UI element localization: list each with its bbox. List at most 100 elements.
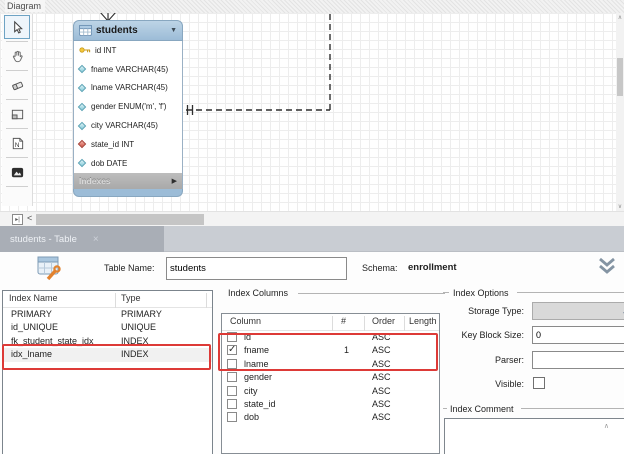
mysql-workbench-window: Diagram N students ▼ id INT fname VARCHA… [0, 0, 624, 454]
index-columns-grid[interactable]: Column # Order Length id ASC fname 1 ASC [221, 313, 440, 454]
table-name-label: Table Name: [104, 263, 155, 273]
visible-checkbox[interactable] [533, 377, 545, 389]
tab-students-table[interactable]: students - Table × [0, 226, 164, 252]
scroll-up-icon[interactable]: ∧ [616, 14, 624, 21]
cursor-icon [13, 20, 23, 34]
er-column-row[interactable]: lname VARCHAR(45) [74, 79, 182, 98]
index-column-row[interactable]: lname ASC [222, 358, 439, 371]
note-icon: N [12, 137, 23, 149]
scroll-up-icon: ∧ [603, 423, 609, 430]
index-row-selected[interactable]: idx_lname INDEX [3, 348, 212, 362]
er-table-students[interactable]: students ▼ id INT fname VARCHAR(45) lnam… [73, 20, 183, 197]
column-icon [77, 158, 87, 168]
collapse-arrow-icon[interactable]: ▼ [170, 27, 177, 34]
diagram-titlebar: Diagram [0, 0, 624, 13]
diagram-canvas[interactable]: N students ▼ id INT fname VARCHAR(45) ln… [0, 13, 616, 211]
table-editor-panel: Table Name: Schema: enrollment Index Nam… [0, 252, 624, 454]
diagram-title: Diagram [5, 0, 46, 12]
index-list[interactable]: Index Name Type PRIMARY PRIMARY id_UNIQU… [2, 290, 213, 454]
index-column-row[interactable]: gender ASC [222, 371, 439, 384]
image-tool[interactable] [4, 160, 30, 184]
index-row[interactable]: PRIMARY PRIMARY [3, 308, 212, 321]
er-column-row[interactable]: fname VARCHAR(45) [74, 60, 182, 79]
er-table-title: students [96, 25, 138, 36]
expand-arrow-icon: ▶ [171, 177, 177, 185]
index-column-row[interactable]: state_id ASC [222, 398, 439, 411]
column-icon [77, 121, 87, 130]
er-table-body: id INT fname VARCHAR(45) lname VARCHAR(4… [73, 41, 183, 173]
er-column-row[interactable]: id INT [74, 41, 182, 60]
layer-icon [11, 109, 23, 119]
note-tool[interactable]: N [4, 131, 30, 155]
table-name-input[interactable] [166, 257, 347, 280]
fk-column-icon [77, 140, 87, 149]
select-tool[interactable] [4, 15, 30, 39]
type-header: Type [121, 293, 141, 303]
column-checkbox[interactable] [227, 358, 237, 369]
canvas-horizontal-scrollbar[interactable]: ▸| < [0, 211, 624, 226]
parser-label: Parser: [494, 355, 524, 365]
er-column-row[interactable]: gender ENUM('m', 'f') [74, 97, 182, 116]
index-columns-group-label: Index Columns [228, 288, 289, 298]
order-header: Order [372, 316, 396, 326]
schema-label: Schema: [362, 263, 398, 273]
num-header: # [341, 316, 347, 326]
scrollbar-thumb[interactable] [36, 214, 204, 225]
navigator-toggle-icon[interactable]: ▸| [12, 214, 23, 225]
index-comment-textarea[interactable]: ∧ [444, 418, 624, 454]
column-icon [77, 64, 87, 74]
er-column-row[interactable]: city VARCHAR(45) [74, 116, 182, 135]
index-row[interactable]: fk_student_state_idx INDEX [3, 335, 212, 348]
storage-type-label: Storage Type: [468, 306, 524, 316]
er-table-header[interactable]: students ▼ [73, 20, 183, 41]
index-column-row[interactable]: city ASC [222, 385, 439, 398]
key-block-size-label: Key Block Size: [461, 330, 524, 340]
index-row[interactable]: id_UNIQUE UNIQUE [3, 321, 212, 334]
scroll-left-icon[interactable]: < [27, 213, 32, 223]
index-options-group-label: Index Options [453, 288, 509, 298]
index-column-row[interactable]: fname 1 ASC [222, 344, 439, 357]
eraser-tool[interactable] [4, 73, 30, 97]
table-editor-icon [37, 256, 61, 281]
column-checkbox[interactable] [227, 398, 237, 409]
svg-text:N: N [14, 141, 19, 148]
index-columns-header: Column # Order Length [222, 314, 439, 331]
column-header: Column [230, 316, 262, 326]
storage-type-dropdown[interactable]: ⌄ [532, 302, 624, 320]
image-icon [11, 167, 23, 177]
index-column-row[interactable]: dob ASC [222, 411, 439, 424]
column-icon [77, 102, 87, 112]
layer-tool[interactable] [4, 102, 30, 126]
pan-tool[interactable] [4, 44, 30, 68]
index-comment-group-label: Index Comment [450, 404, 514, 414]
editor-tab-bar: students - Table × [0, 226, 624, 252]
parser-input[interactable] [532, 351, 624, 369]
schema-value: enrollment [408, 262, 457, 273]
primary-key-icon [79, 47, 91, 53]
column-icon [77, 83, 87, 93]
er-column-row[interactable]: state_id INT [74, 135, 182, 154]
index-name-header: Index Name [9, 293, 58, 303]
scrollbar-thumb[interactable] [617, 58, 623, 96]
er-indexes-section[interactable]: Indexes ▶ [73, 172, 183, 189]
collapse-panel-icon[interactable] [596, 257, 618, 275]
visible-label: Visible: [495, 379, 524, 389]
column-checkbox[interactable] [227, 332, 237, 342]
key-block-size-input[interactable] [532, 326, 624, 344]
tab-close-icon[interactable]: × [93, 234, 99, 245]
length-header: Length [409, 316, 437, 326]
canvas-vertical-scrollbar[interactable]: ∧ ∨ [616, 13, 624, 211]
index-column-row[interactable]: id ASC [222, 331, 439, 344]
eraser-icon [11, 81, 23, 90]
er-column-row[interactable]: dob DATE [74, 154, 182, 173]
tab-label: students - Table [10, 233, 77, 245]
column-checkbox[interactable] [227, 344, 237, 356]
scroll-down-icon[interactable]: ∨ [616, 203, 624, 210]
table-icon [79, 25, 92, 36]
column-checkbox[interactable] [227, 412, 237, 423]
er-table-bottom [73, 188, 183, 197]
hand-icon [12, 50, 23, 62]
index-list-header: Index Name Type [3, 291, 212, 308]
column-checkbox[interactable] [227, 372, 237, 383]
column-checkbox[interactable] [227, 385, 237, 396]
